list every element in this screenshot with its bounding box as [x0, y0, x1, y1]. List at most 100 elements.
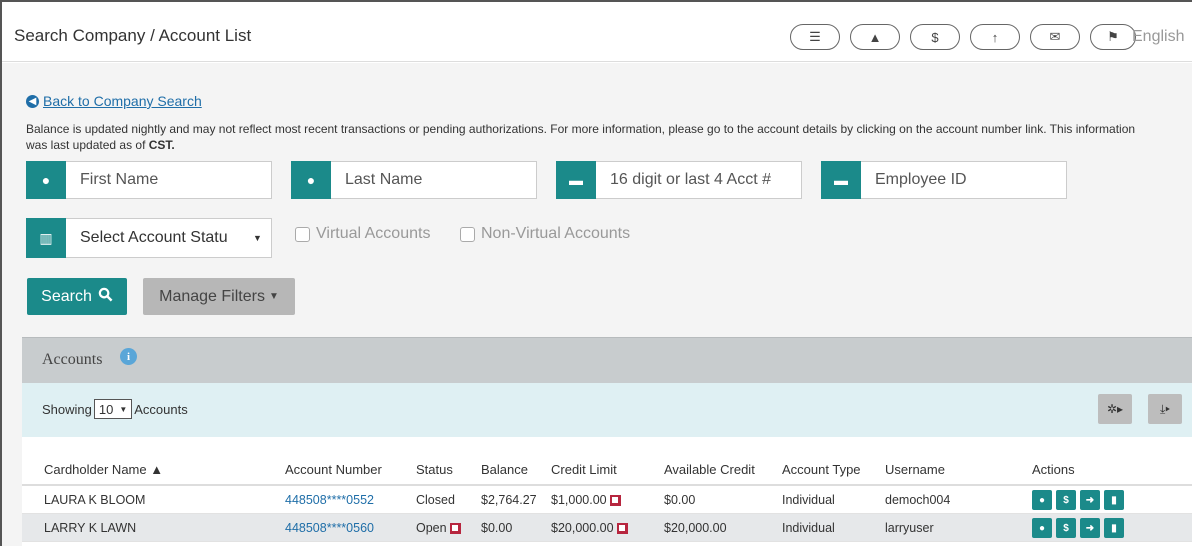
- account-status-value: Select Account Statu: [80, 229, 228, 246]
- dollar-icon[interactable]: $: [910, 24, 960, 50]
- user-icon[interactable]: ●: [1032, 490, 1052, 511]
- last-name-placeholder: Last Name: [345, 171, 423, 188]
- credit-limit: $1,000.00: [551, 493, 607, 508]
- toolbar-icons: ☰ ▲ $ ↑ ✉ ⚑: [790, 24, 1136, 50]
- search-button[interactable]: Search: [27, 278, 127, 315]
- account-number-link[interactable]: 448508****0560: [285, 513, 416, 542]
- employee-id-field[interactable]: ▬ Employee ID: [821, 161, 1067, 199]
- sign-in-icon[interactable]: ➜: [1080, 518, 1100, 538]
- accounts-table-wrap: Cardholder Name ▲ Account Number Status …: [22, 437, 1192, 546]
- cardholder-name: LAURA K BLOOM: [44, 485, 285, 514]
- checkbox-box[interactable]: [460, 226, 475, 242]
- username: democh004: [885, 485, 1032, 514]
- user-icon[interactable]: ●: [1032, 518, 1052, 538]
- col-credit-limit[interactable]: Credit Limit: [551, 437, 664, 486]
- gear-icon: ✲▸: [1106, 402, 1124, 416]
- table-row: LAURA K BLOOM 448508****0552 Closed $2,7…: [22, 485, 1192, 514]
- account-type: Individual: [782, 513, 885, 542]
- available-credit: $20,000.00: [664, 513, 782, 542]
- mail-icon[interactable]: ✉: [1030, 24, 1080, 50]
- breadcrumb: Search Company / Account List: [14, 26, 252, 45]
- bell-icon[interactable]: ▲: [850, 24, 900, 50]
- manage-filters-button[interactable]: Manage Filters ▼: [143, 278, 295, 315]
- search-button-label: Search: [41, 287, 92, 305]
- arrow-left-icon: ◀: [26, 94, 39, 108]
- document-icon[interactable]: ▮: [1104, 490, 1124, 511]
- status-cell: Open: [416, 513, 481, 542]
- balance-notice: Balance is updated nightly and may not r…: [26, 121, 1156, 153]
- showing-label: Showing: [42, 401, 92, 417]
- page-size-value: 10: [98, 401, 114, 417]
- balance: $0.00: [481, 513, 551, 542]
- col-cardholder-name[interactable]: Cardholder Name ▲: [44, 437, 285, 486]
- panel-title: Accounts: [42, 351, 103, 368]
- main-content: ◀ Back to Company Search Balance is upda…: [2, 63, 1192, 546]
- sign-in-icon[interactable]: ➜: [1080, 490, 1100, 511]
- upload-icon[interactable]: ↑: [970, 24, 1020, 50]
- download-icon: ⤓▸: [1160, 401, 1170, 416]
- user-icon: ●: [26, 161, 66, 199]
- edit-icon[interactable]: [616, 523, 628, 535]
- document-icon[interactable]: ▮: [1104, 518, 1124, 538]
- status: Open: [416, 521, 447, 535]
- user-icon: ●: [291, 161, 331, 199]
- search-icon: [98, 287, 113, 307]
- account-number-link[interactable]: 448508****0552: [285, 485, 416, 514]
- table-header-row: Cardholder Name ▲ Account Number Status …: [22, 437, 1192, 486]
- accounts-label: Accounts: [134, 401, 188, 417]
- building-icon: ▥: [26, 218, 66, 258]
- virtual-accounts-label: Virtual Accounts: [316, 225, 431, 242]
- edit-icon[interactable]: [609, 495, 621, 507]
- language-selector[interactable]: English: [1132, 28, 1184, 46]
- edit-icon[interactable]: [449, 523, 461, 535]
- accounts-panel-header: Accounts i: [22, 337, 1192, 383]
- account-status-select[interactable]: ▥ Select Account Statu ▼: [26, 218, 272, 258]
- notice-timezone: CST.: [148, 138, 175, 152]
- settings-button[interactable]: ✲▸: [1098, 394, 1132, 424]
- download-button[interactable]: ⤓▸: [1148, 394, 1182, 424]
- flag-icon[interactable]: ⚑: [1090, 24, 1136, 50]
- accounts-panel-toolbar: Showing 10 ▼ Accounts ✲▸ ⤓▸: [22, 383, 1192, 437]
- manage-filters-label: Manage Filters: [159, 287, 265, 305]
- non-virtual-accounts-checkbox[interactable]: Non-Virtual Accounts: [460, 225, 630, 243]
- notice-text: Balance is updated nightly and may not r…: [26, 122, 1136, 152]
- table-row: LARRY K LAWN 448508****0560 Open $0.00 $…: [22, 513, 1192, 542]
- cardholder-name: LARRY K LAWN: [44, 513, 285, 542]
- last-name-field[interactable]: ● Last Name: [291, 161, 537, 199]
- col-status[interactable]: Status: [416, 437, 481, 486]
- col-available-credit[interactable]: Available Credit: [664, 437, 782, 486]
- col-account-number[interactable]: Account Number: [285, 437, 416, 486]
- col-actions: Actions: [1032, 437, 1192, 486]
- page-size-control: Showing 10 ▼ Accounts: [42, 399, 188, 419]
- credit-limit-cell: $20,000.00: [551, 513, 664, 542]
- non-virtual-accounts-label: Non-Virtual Accounts: [481, 225, 631, 242]
- credit-limit: $20,000.00: [551, 521, 614, 535]
- checkbox-box[interactable]: [295, 226, 310, 242]
- id-card-icon: ▬: [821, 161, 861, 199]
- top-bar: Search Company / Account List ☰ ▲ $ ↑ ✉ …: [2, 2, 1192, 62]
- back-to-company-search-link[interactable]: ◀ Back to Company Search: [26, 93, 202, 109]
- status: Closed: [416, 485, 481, 514]
- chevron-down-icon: ▼: [119, 404, 128, 414]
- dollar-icon[interactable]: $: [1056, 518, 1076, 538]
- back-link-label: Back to Company Search: [43, 93, 202, 109]
- virtual-accounts-checkbox[interactable]: Virtual Accounts: [295, 225, 430, 243]
- page-size-select[interactable]: 10 ▼: [93, 399, 133, 419]
- row-actions: ● $ ➜ ▮: [1032, 485, 1192, 514]
- account-number-field[interactable]: ▬ 16 digit or last 4 Acct #: [556, 161, 802, 199]
- info-icon[interactable]: i: [120, 348, 137, 365]
- dollar-icon[interactable]: $: [1056, 490, 1076, 511]
- col-account-type[interactable]: Account Type: [782, 437, 885, 486]
- account-type: Individual: [782, 485, 885, 514]
- account-number-placeholder: 16 digit or last 4 Acct #: [610, 171, 771, 188]
- employee-id-placeholder: Employee ID: [875, 171, 967, 188]
- available-credit: $0.00: [664, 485, 782, 514]
- credit-limit-cell: $1,000.00: [551, 485, 664, 514]
- caret-down-icon: ▼: [268, 291, 279, 302]
- username: larryuser: [885, 513, 1032, 542]
- chevron-down-icon: ▼: [253, 233, 262, 243]
- checklist-icon[interactable]: ☰: [790, 24, 840, 50]
- first-name-field[interactable]: ● First Name: [26, 161, 272, 199]
- col-username[interactable]: Username: [885, 437, 1032, 486]
- col-balance[interactable]: Balance: [481, 437, 551, 486]
